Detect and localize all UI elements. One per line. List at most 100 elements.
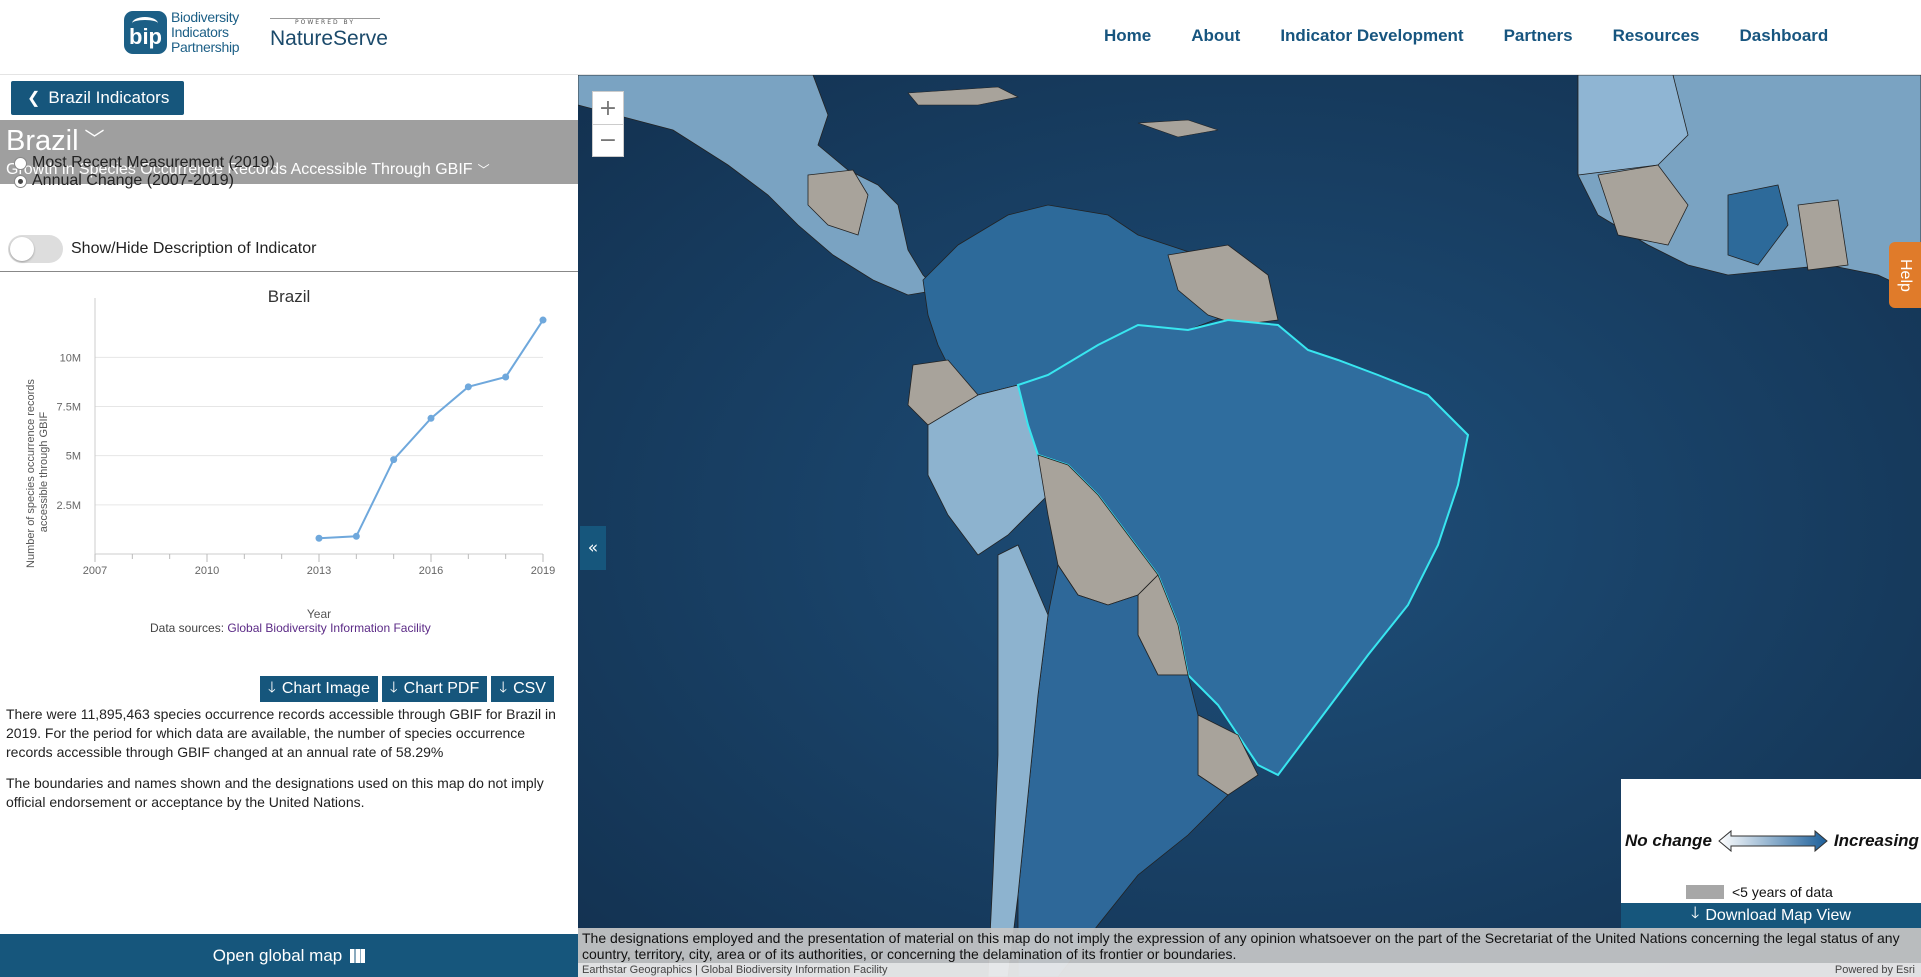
zoom-out-button[interactable]: − — [593, 124, 623, 156]
chart-x-tick-label: 2010 — [195, 565, 219, 577]
chart-x-tick-label: 2007 — [83, 565, 107, 577]
attribution-text: Earthstar Geographics | Global Biodivers… — [582, 964, 888, 976]
powered-by-esri[interactable]: Powered by Esri — [1835, 963, 1915, 977]
chart-y-axis-label-line: accessible through GBIF — [38, 411, 50, 532]
chart-title: Brazil — [268, 287, 311, 306]
back-button-label: Brazil Indicators — [48, 88, 170, 107]
nav-dashboard[interactable]: Dashboard — [1740, 26, 1829, 46]
chart-y-tick-label: 7.5M — [57, 402, 81, 414]
bip-logo-text: Biodiversity Indicators Partnership — [171, 9, 240, 55]
chart-points — [315, 316, 547, 542]
back-to-country-indicators-button[interactable]: ❮ Brazil Indicators — [11, 81, 185, 115]
country-name: Brazil — [6, 125, 79, 157]
download-label: Chart PDF — [403, 680, 480, 697]
download-csv-button[interactable]: 🡓 CSV — [491, 676, 554, 702]
chart-source: Data sources: Global Biodiversity Inform… — [150, 621, 431, 635]
bip-logo-badge-text: bip — [129, 24, 162, 49]
download-map-view-button[interactable]: 🡓 Download Map View — [1621, 903, 1921, 928]
legend-left-label: No change — [1625, 831, 1712, 850]
chart-point[interactable] — [502, 373, 510, 381]
collapse-panel-button[interactable]: « — [580, 526, 606, 570]
chart-source-link[interactable]: Global Biodiversity Information Facility — [227, 621, 430, 635]
download-arrow-icon: 🡓 — [389, 678, 398, 696]
zoom-control: + − — [592, 91, 624, 157]
chart-x-axis-label: Year — [307, 607, 331, 621]
download-chart-pdf-button[interactable]: 🡓 Chart PDF — [381, 676, 488, 702]
chart-x-tick-label: 2019 — [531, 565, 555, 577]
chart-axes — [94, 298, 543, 555]
map-icon — [350, 948, 366, 963]
download-arrow-icon: 🡓 — [268, 678, 276, 696]
nav-partners[interactable]: Partners — [1504, 26, 1573, 46]
map-attribution: Earthstar Geographics | Global Biodivers… — [578, 963, 1921, 977]
bip-logo-line: Indicators — [171, 24, 229, 40]
chart-gridlines — [95, 356, 543, 506]
download-label: Chart Image — [281, 680, 370, 697]
legend-gray-swatch — [1686, 885, 1724, 899]
chart-point[interactable] — [427, 414, 435, 422]
indicator-description: There were 11,895,463 species occurrence… — [6, 706, 556, 760]
download-arrow-icon: 🡓 — [499, 678, 508, 696]
nav-indicator-development[interactable]: Indicator Development — [1280, 26, 1463, 46]
chevron-down-icon: ﹀ — [477, 163, 490, 177]
legend-gradient-arrow-icon — [1718, 829, 1828, 853]
indicator-chart: Brazil 2.5M 5M 7.5M 10M 2007 2010 2013 2016 201… — [25, 287, 555, 635]
option-most-recent-label: Most Recent Measurement (2019) — [32, 154, 275, 171]
chart-y-tick-label: 5M — [66, 451, 81, 463]
chart-y-axis-label: Number of species occurrence records acc… — [25, 376, 50, 568]
legend-swatch-row: <5 years of data — [1686, 884, 1833, 900]
map-view[interactable]: + − « Help No change Increasing <5 years… — [578, 75, 1921, 977]
un-boundary-disclaimer: The boundaries and names shown and the d… — [6, 775, 544, 810]
chevron-down-icon: ﹀ — [84, 129, 105, 151]
open-global-map-label: Open global map — [212, 945, 343, 965]
chart-source-prefix: Data sources: — [150, 621, 227, 635]
chart-point[interactable] — [539, 316, 547, 324]
chart-point[interactable] — [352, 532, 360, 540]
open-global-map-button[interactable]: Open global map — [0, 934, 578, 977]
description-toggle-label: Show/Hide Description of Indicator — [71, 240, 317, 257]
nav-resources[interactable]: Resources — [1613, 26, 1700, 46]
radio-annual-change[interactable] — [14, 174, 27, 188]
chart-point[interactable] — [464, 383, 472, 391]
chart-point[interactable] — [390, 456, 398, 464]
main-nav: Home About Indicator Development Partner… — [1104, 26, 1868, 46]
chart-y-tick-label: 2.5M — [57, 500, 81, 512]
legend-scale: No change Increasing — [1625, 829, 1919, 853]
help-tab[interactable]: Help — [1889, 242, 1921, 308]
option-annual-change[interactable]: Annual Change (2007-2019) — [14, 172, 234, 190]
radio-most-recent[interactable] — [14, 156, 27, 170]
nav-home[interactable]: Home — [1104, 26, 1151, 46]
chart-x-tick-label: 2016 — [419, 565, 443, 577]
download-label: CSV — [513, 680, 546, 697]
bip-logo[interactable]: bip Biodiversity Indicators Partnership — [124, 9, 240, 55]
download-arrow-icon: 🡓 — [1691, 905, 1700, 922]
indicator-panel: ❮ Brazil Indicators Brazil ﹀ Growth in Sp… — [0, 75, 578, 977]
chart-point[interactable] — [315, 534, 323, 542]
bip-logo-line: Biodiversity — [171, 9, 239, 25]
bip-logo-badge: bip — [124, 11, 167, 54]
option-annual-change-label: Annual Change (2007-2019) — [32, 172, 234, 189]
map-disclaimer: The designations employed and the presen… — [578, 928, 1921, 963]
description-toggle-row[interactable]: Show/Hide Description of Indicator — [8, 235, 316, 263]
chart-y-tick-label: 10M — [60, 352, 81, 364]
powered-by-label: POWERED BY — [270, 18, 380, 27]
download-chart-image-button[interactable]: 🡓 Chart Image — [260, 676, 378, 702]
site-header: bip Biodiversity Indicators Partnership … — [0, 0, 1921, 75]
download-buttons: 🡓 Chart Image 🡓 Chart PDF 🡓 CSV — [260, 676, 558, 702]
option-most-recent[interactable]: Most Recent Measurement (2019) — [14, 154, 275, 172]
zoom-in-button[interactable]: + — [593, 92, 623, 124]
chart-x-ticks: 2007 2010 2013 2016 2019 — [83, 554, 555, 577]
legend-right-label: Increasing — [1833, 831, 1919, 850]
description-toggle-switch[interactable] — [8, 235, 63, 263]
natureserve-wordmark: NatureServe — [270, 27, 388, 50]
panel-divider — [0, 271, 578, 272]
chart-series-line — [318, 319, 544, 540]
chart-y-ticks: 2.5M 5M 7.5M 10M — [57, 352, 81, 512]
download-map-label: Download Map View — [1705, 906, 1851, 924]
chart-y-axis-label-line: Number of species occurrence records — [25, 379, 37, 568]
bip-logo-line: Partnership — [171, 39, 240, 55]
natureserve-logo[interactable]: POWERED BY NatureServe — [270, 18, 388, 51]
map-legend: No change Increasing <5 years of data — [1621, 779, 1921, 903]
nav-about[interactable]: About — [1191, 26, 1240, 46]
chevron-left-icon: ❮ — [27, 90, 41, 107]
